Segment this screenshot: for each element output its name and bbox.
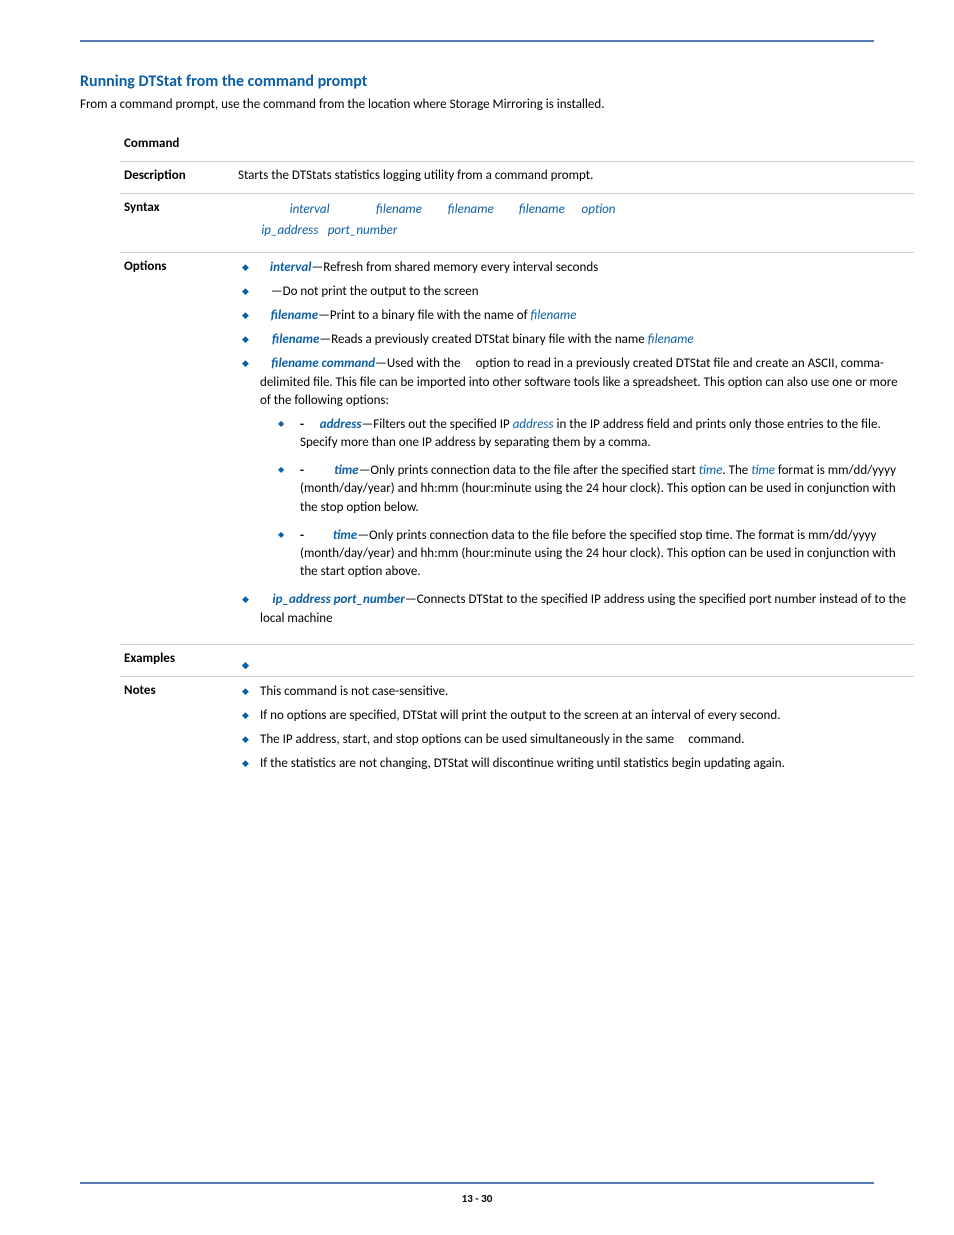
row-options: Options -i interval—Refresh from shared …	[120, 252, 914, 644]
label-examples: Examples	[120, 644, 228, 676]
label-description: Description	[120, 162, 228, 194]
sub-option-item: - ip address—Filters out the specified I…	[278, 416, 910, 452]
sub-param: time	[699, 463, 723, 478]
value-syntax: DTStat [-i interval ] [-p] [-f filename …	[228, 194, 914, 253]
row-notes: Notes This command is not case-sensitive…	[120, 676, 914, 789]
intro-after: command from the location where Storage …	[263, 97, 604, 112]
value-examples	[228, 644, 914, 676]
option-item: -f filename—Print to a binary file with …	[238, 307, 910, 325]
sub-param: address	[513, 417, 554, 432]
label-command: Command	[120, 130, 228, 162]
definition-table: Command Description Starts the DTStats s…	[120, 130, 914, 790]
note-item: This command is not case-sensitive.	[238, 683, 910, 701]
section-title: Running DTStat from the command prompt	[80, 72, 874, 91]
syntax-filename3: filename	[519, 202, 565, 217]
sub-param: time	[751, 463, 775, 478]
opt-param: filename	[272, 332, 319, 347]
syntax-ip: ip_address	[261, 223, 318, 238]
sub-param: time	[333, 528, 357, 543]
label-syntax: Syntax	[120, 194, 228, 253]
intro-before: From a command prompt, use the	[80, 97, 263, 112]
row-syntax: Syntax DTStat [-i interval ] [-p] [-f fi…	[120, 194, 914, 253]
opt-text: —Used with the	[375, 356, 463, 371]
value-description: Starts the DTStats statistics logging ut…	[228, 162, 914, 194]
opt-param: filename	[648, 332, 694, 347]
opt-param: filename	[271, 308, 318, 323]
row-description: Description Starts the DTStats statistic…	[120, 162, 914, 194]
syntax-interval: interval	[290, 202, 330, 217]
sub-pre: -	[300, 463, 307, 478]
sub-param: time	[334, 463, 358, 478]
syntax-filename1: filename	[376, 202, 422, 217]
opt-text: —Do not print the output to the screen	[271, 284, 479, 299]
option-item: -s filename—Reads a previously created D…	[238, 331, 910, 349]
syntax-filename2: filename	[448, 202, 494, 217]
sub-option-item: - stop time—Only prints connection data …	[278, 527, 910, 582]
opt-param: filename command	[271, 356, 375, 371]
value-notes: This command is not case-sensitive. If n…	[228, 676, 914, 789]
opt-param: filename	[530, 308, 576, 323]
row-command: Command	[120, 130, 914, 162]
opt-text: —Print to a binary file with the name of	[318, 308, 530, 323]
top-rule	[80, 40, 874, 42]
sub-param: address	[320, 417, 362, 432]
sub-text: —Only prints connection data to the file…	[359, 463, 699, 478]
option-item: -p—Do not print the output to the screen	[238, 283, 910, 301]
intro-text: From a command prompt, use the command f…	[80, 97, 874, 112]
value-command	[228, 130, 914, 162]
row-examples: Examples	[120, 644, 914, 676]
sub-text: —Filters out the specified IP	[362, 417, 513, 432]
note-item: The IP address, start, and stop options …	[238, 731, 910, 749]
syntax-option: option	[582, 202, 616, 217]
note-item: If no options are specified, DTStat will…	[238, 707, 910, 725]
note-text: The IP address, start, and stop options …	[260, 732, 677, 747]
opt-text: —Refresh from shared memory every interv…	[311, 260, 598, 275]
sub-pre: -	[300, 528, 307, 543]
value-options: -i interval—Refresh from shared memory e…	[228, 252, 914, 644]
page: Running DTStat from the command prompt F…	[0, 0, 954, 1235]
label-notes: Notes	[120, 676, 228, 789]
opt-text: —Reads a previously created DTStat binar…	[319, 332, 647, 347]
note-text: command.	[685, 732, 744, 747]
note-item: If the statistics are not changing, DTSt…	[238, 755, 910, 773]
sub-option-item: - start time—Only prints connection data…	[278, 462, 910, 517]
opt-param: interval	[270, 260, 312, 275]
option-item: -i interval—Refresh from shared memory e…	[238, 259, 910, 277]
sub-text: . The	[722, 463, 751, 478]
page-footer: 13 - 30	[80, 1182, 874, 1205]
label-options: Options	[120, 252, 228, 644]
sub-text: —Only prints connection data to the file…	[300, 528, 896, 579]
option-item: -t filename command—Used with the -s opt…	[238, 355, 910, 581]
syntax-port: port_number	[328, 223, 398, 238]
sub-pre: -	[300, 417, 307, 432]
option-item: -c ip_address port_number—Connects DTSta…	[238, 591, 910, 627]
opt-param: ip_address port_number	[272, 592, 405, 607]
